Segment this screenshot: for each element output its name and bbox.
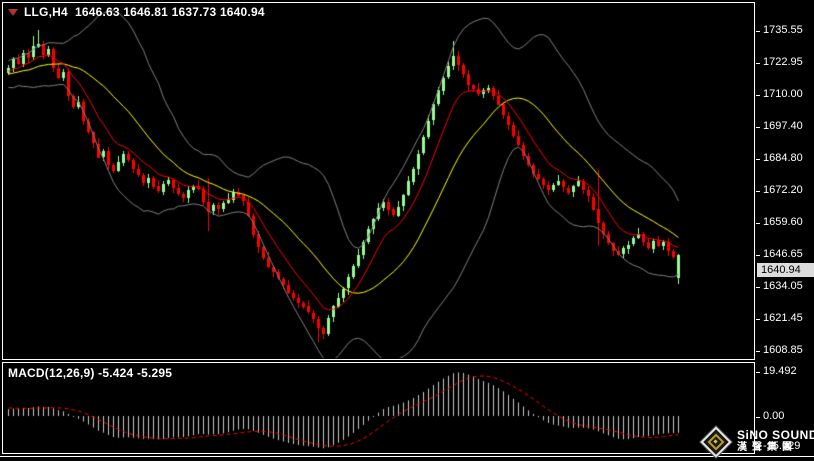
axis-tick: [756, 191, 760, 192]
ohlc-low: 1637.73: [172, 5, 217, 19]
axis-tick: [756, 255, 760, 256]
price-axis-label: 1710.00: [763, 88, 803, 100]
price-axis-label: 1672.20: [763, 184, 803, 196]
diamond-logo-icon: [700, 426, 730, 456]
axis-tick: [756, 31, 760, 32]
axis-tick: [756, 127, 760, 128]
ohlc-high: 1646.81: [123, 5, 168, 19]
axis-tick: [756, 63, 760, 64]
axis-tick: [756, 319, 760, 320]
price-axis-label: 1722.95: [763, 56, 803, 68]
chart-window: LLG,H4 1646.63 1646.81 1637.73 1640.94 M…: [0, 0, 814, 461]
axis-tick: [756, 417, 760, 418]
axis-tick: [756, 223, 760, 224]
axis-tick: [756, 95, 760, 96]
chart-canvas[interactable]: [0, 0, 814, 461]
price-axis-label: 1634.05: [763, 280, 803, 292]
price-axis-label: 1621.45: [763, 312, 803, 324]
macd-header: MACD(12,26,9) -5.424 -5.295: [8, 366, 172, 380]
macd-signal-value: -5.295: [137, 366, 172, 380]
current-price-tag: 1640.94: [757, 263, 814, 277]
price-axis-label: 1684.80: [763, 152, 803, 164]
price-axis-label: 1608.85: [763, 344, 803, 356]
axis-tick: [756, 287, 760, 288]
macd-axis-label: 0.00: [763, 410, 784, 422]
symbol-dropdown-icon[interactable]: [8, 9, 18, 16]
price-axis-label: 1646.65: [763, 248, 803, 260]
ohlc-close: 1640.94: [220, 5, 265, 19]
axis-tick: [756, 159, 760, 160]
macd-label: MACD(12,26,9): [8, 366, 95, 380]
price-axis-label: 1659.60: [763, 216, 803, 228]
macd-main-value: -5.424: [98, 366, 133, 380]
axis-tick: [756, 351, 760, 352]
price-axis-label: 1735.55: [763, 24, 803, 36]
ohlc-open: 1646.63: [75, 5, 120, 19]
macd-axis-label: 19.492: [763, 365, 797, 377]
axis-tick: [756, 372, 760, 373]
chart-header: LLG,H4 1646.63 1646.81 1637.73 1640.94: [8, 5, 265, 19]
price-axis-label: 1697.40: [763, 120, 803, 132]
time-axis-separator: [0, 456, 814, 457]
macd-axis-label: -15.029: [763, 440, 800, 452]
symbol-label: LLG,H4: [24, 5, 68, 19]
